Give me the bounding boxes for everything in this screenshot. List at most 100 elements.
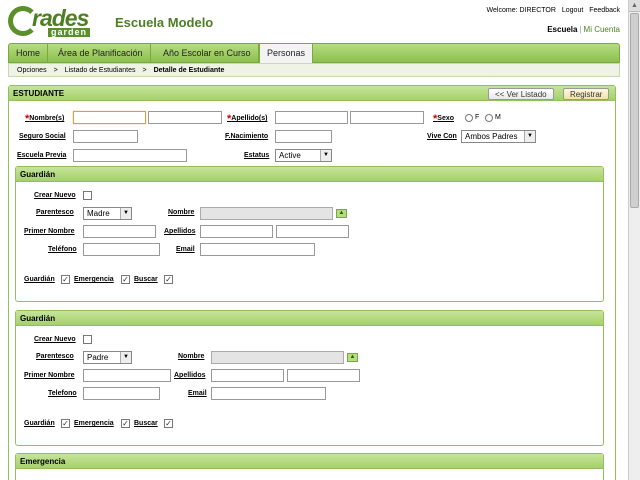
header: rades garden Escuela Modelo Welcome: DIR… (0, 0, 628, 42)
breadcrumb-opciones[interactable]: Opciones (17, 67, 47, 74)
estatus-value: Active (279, 151, 301, 160)
nombre-search-input[interactable] (200, 207, 333, 220)
estatus-select[interactable]: Active ▼ (275, 149, 332, 162)
primer-nombre-label: Primer Nombre (24, 228, 75, 235)
sexo-m-radio[interactable] (485, 114, 493, 122)
student-section: ESTUDIANTE << Ver Listado Registrar *Nom… (8, 85, 616, 480)
apellido-first-input[interactable] (200, 225, 273, 238)
email-label: Email (188, 390, 207, 397)
telefono-input[interactable] (83, 243, 160, 256)
emergencia-checkbox[interactable]: ✓ (121, 275, 130, 284)
guardian-label: Guardián (24, 276, 55, 283)
crear-nuevo-checkbox[interactable] (83, 191, 92, 200)
required-mark: * (433, 113, 438, 125)
email-input[interactable] (200, 243, 315, 256)
nombre-label: Nombre (168, 209, 195, 216)
estatus-label: Estatus (244, 152, 270, 159)
guardian-label: Guardián (24, 420, 55, 427)
apellidos-label-text: Apellido(s) (231, 115, 268, 122)
escuela-previa-label: Escuela Previa (17, 152, 67, 159)
my-account-link[interactable]: Mi Cuenta (584, 25, 620, 34)
grades-garden-logo[interactable]: rades garden (8, 6, 104, 38)
nacimiento-input[interactable] (275, 130, 332, 143)
primer-nombre-input[interactable] (83, 225, 156, 238)
apellido-first-input[interactable] (275, 111, 348, 124)
nombre-second-input[interactable] (148, 111, 222, 124)
required-mark: * (25, 113, 30, 125)
triangle-up-icon[interactable]: ▲ (336, 209, 347, 218)
scroll-up-icon[interactable]: ▲ (629, 0, 640, 12)
crear-nuevo-label: Crear Nuevo (34, 192, 76, 199)
apellido-second-input[interactable] (287, 369, 360, 382)
breadcrumb-listado[interactable]: Listado de Estudiantes (65, 67, 136, 74)
apellido-second-input[interactable] (276, 225, 349, 238)
emergencia-label: Emergencia (74, 420, 114, 427)
tab-area-planificacion[interactable]: Área de Planificación (51, 44, 151, 63)
guardian-checkbox[interactable]: ✓ (61, 275, 70, 284)
guardian-2-title: Guardián (16, 311, 603, 326)
emergencia-label: Emergencia (74, 276, 114, 283)
primer-nombre-label: Primer Nombre (24, 372, 75, 379)
buscar-checkbox[interactable]: ✓ (164, 419, 173, 428)
ver-listado-button[interactable]: << Ver Listado (488, 88, 554, 100)
guardian-2-section: Guardián Crear Nuevo Parentesco Padre ▼ N… (15, 310, 604, 446)
nombre-search-input[interactable] (211, 351, 344, 364)
triangle-up-icon[interactable]: ▲ (347, 353, 358, 362)
sexo-f-label: F (475, 114, 480, 121)
scrollbar-thumb[interactable] (630, 13, 639, 208)
seguro-social-input[interactable] (73, 130, 138, 143)
chevron-down-icon: ▼ (524, 131, 535, 142)
tab-ano-escolar[interactable]: Año Escolar en Curso (156, 44, 259, 63)
guardian-1-title: Guardián (16, 167, 603, 182)
nombres-label-text: Nombre(s) (29, 115, 65, 122)
required-mark: * (227, 113, 232, 125)
primer-nombre-input[interactable] (83, 369, 171, 382)
parentesco-select[interactable]: Padre ▼ (83, 351, 132, 364)
page: rades garden Escuela Modelo Welcome: DIR… (0, 0, 628, 480)
context-separator: | (579, 25, 582, 34)
telefono-label: Teléfono (48, 246, 77, 253)
feedback-link[interactable]: Feedback (589, 7, 620, 14)
logo-garden-text: garden (48, 28, 91, 37)
nombre-first-input[interactable] (73, 111, 146, 124)
telefono-label: Telefono (48, 390, 77, 397)
parentesco-select[interactable]: Madre ▼ (83, 207, 132, 220)
tab-home[interactable]: Home (9, 44, 49, 63)
parentesco-label: Parentesco (36, 209, 74, 216)
main-nav: Home Área de Planificación Año Escolar e… (8, 43, 620, 64)
nacimiento-label: F.Nacimiento (225, 133, 269, 140)
apellidos-label: Apellidos (164, 228, 196, 235)
crear-nuevo-label: Crear Nuevo (34, 336, 76, 343)
guardian-checkbox[interactable]: ✓ (61, 419, 70, 428)
chevron-down-icon: ▼ (120, 208, 131, 219)
vive-con-select[interactable]: Ambos Padres ▼ (461, 130, 536, 143)
emergencia-section: Emergencia (15, 453, 604, 480)
emergencia-title: Emergencia (16, 454, 603, 469)
apellido-second-input[interactable] (350, 111, 424, 124)
context-school: Escuela (547, 25, 578, 34)
vertical-scrollbar[interactable]: ▲ (628, 0, 640, 480)
parentesco-value: Madre (87, 209, 110, 218)
apellidos-label: *Apellido(s) (227, 111, 268, 125)
emergencia-checkbox[interactable]: ✓ (121, 419, 130, 428)
logo-rades-text: rades (32, 5, 89, 31)
escuela-previa-input[interactable] (73, 149, 187, 162)
breadcrumb: Opciones > Listado de Estudiantes > Detalle … (8, 63, 620, 77)
vive-con-label: Vive Con (427, 133, 457, 140)
apellido-first-input[interactable] (211, 369, 284, 382)
buscar-label: Buscar (134, 276, 158, 283)
school-name: Escuela Modelo (115, 15, 214, 30)
buscar-checkbox[interactable]: ✓ (164, 275, 173, 284)
registrar-button[interactable]: Registrar (563, 88, 610, 100)
breadcrumb-sep: > (53, 67, 58, 74)
email-label: Email (176, 246, 195, 253)
seguro-social-label: Seguro Social (19, 133, 66, 140)
crear-nuevo-checkbox[interactable] (83, 335, 92, 344)
chevron-down-icon: ▼ (320, 150, 331, 161)
logout-link[interactable]: Logout (562, 7, 583, 14)
breadcrumb-sep: > (142, 67, 147, 74)
telefono-input[interactable] (83, 387, 160, 400)
email-input[interactable] (211, 387, 326, 400)
tab-personas[interactable]: Personas (259, 43, 314, 64)
sexo-f-radio[interactable] (465, 114, 473, 122)
